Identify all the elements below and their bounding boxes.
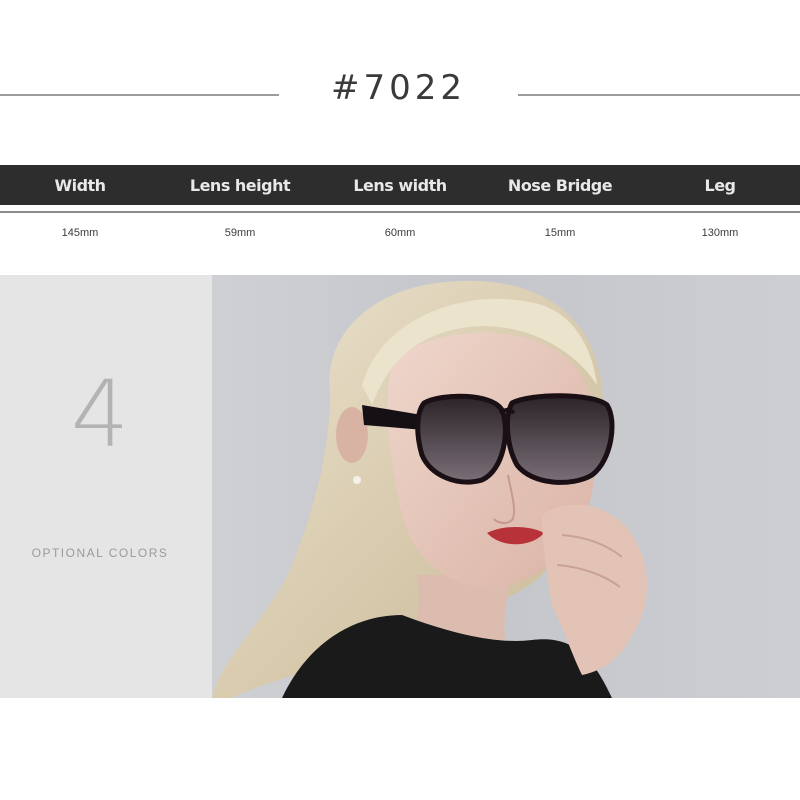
spec-values-row: 145mm 59mm 60mm 15mm 130mm [0, 220, 800, 246]
sunglasses-left-lens [415, 393, 508, 485]
spec-value-width: 145mm [61, 227, 99, 239]
spec-header-lens-height: Lens height [189, 175, 291, 195]
optional-colors-caption: OPTIONAL COLORS [31, 546, 169, 560]
optional-colors-panel: 4 OPTIONAL COLORS [0, 275, 212, 698]
spec-header-leg: Leg [704, 175, 737, 195]
spec-header-nose-bridge: Nose Bridge [507, 175, 613, 195]
sunglasses-right-lens [505, 393, 615, 485]
title-divider-left [0, 94, 279, 96]
spec-value-lens-height: 59mm [224, 227, 256, 239]
spec-value-leg: 130mm [701, 227, 739, 239]
title-area: #7022 [0, 0, 800, 165]
title-divider-right [518, 94, 800, 96]
color-count: 4 [70, 361, 130, 468]
spec-header-lens-width: Lens width [353, 175, 447, 195]
earring [353, 476, 361, 484]
model-photo-illustration [212, 280, 647, 698]
spec-header-bar: Width Lens height Lens width Nose Bridge… [0, 165, 800, 205]
spec-header-width: Width [54, 175, 106, 195]
spec-divider [0, 211, 800, 213]
spec-value-nose-bridge: 15mm [544, 227, 576, 239]
model-title: #7022 [330, 68, 466, 108]
spec-value-lens-width: 60mm [384, 227, 416, 239]
model-photo [212, 275, 800, 698]
